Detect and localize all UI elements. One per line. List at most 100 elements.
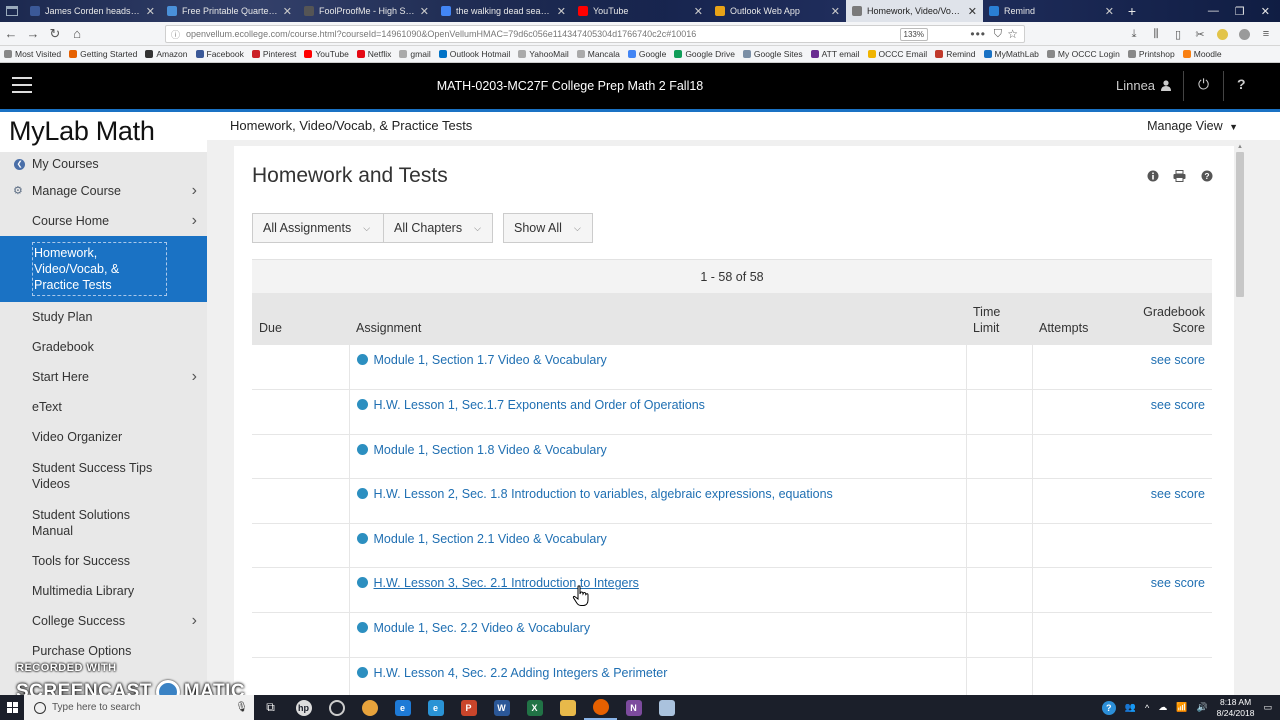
content-scrollbar[interactable]: ▲ (1236, 143, 1244, 695)
tab-close-icon[interactable]: ✕ (557, 5, 566, 18)
word-app-button[interactable]: W (485, 695, 518, 720)
tab-close-icon[interactable]: ✕ (968, 5, 977, 18)
see-score-link[interactable]: see score (1151, 576, 1205, 590)
restore-icon[interactable]: ❐ (1235, 5, 1245, 18)
assignment-link[interactable]: H.W. Lesson 4, Sec. 2.2 Adding Integers … (374, 666, 668, 680)
see-score-link[interactable]: see score (1151, 487, 1205, 501)
bookmark-star-icon[interactable]: ☆ (1007, 27, 1018, 41)
column-header-due[interactable]: Due (252, 293, 349, 345)
tab-close-icon[interactable]: ✕ (831, 5, 840, 18)
sidebar-item-homework-video-vocab-practice-tests[interactable]: Homework, Video/Vocab, & Practice Tests (0, 236, 207, 302)
close-window-icon[interactable]: ✕ (1261, 5, 1270, 18)
bookmark-item[interactable]: Outlook Hotmail (438, 49, 510, 59)
tab-close-icon[interactable]: ✕ (146, 5, 155, 18)
assignment-link[interactable]: Module 1, Sec. 2.2 Video & Vocabulary (374, 621, 591, 635)
browser-tab[interactable]: Homework, Video/Vocab ✕ (846, 0, 983, 22)
browser-tab[interactable]: Outlook Web App ✕ (709, 0, 846, 22)
browser-tab[interactable]: the walking dead season 8 ✕ (435, 0, 572, 22)
tab-close-icon[interactable]: ✕ (283, 5, 292, 18)
column-header-time-limit[interactable]: Time Limit (966, 293, 1032, 345)
bookmark-item[interactable]: OCCC Email (867, 49, 927, 59)
bookmark-item[interactable]: Google Drive (674, 49, 735, 59)
media-app-button[interactable] (320, 695, 353, 720)
assignment-link[interactable]: H.W. Lesson 1, Sec.1.7 Exponents and Ord… (374, 398, 705, 412)
reload-button[interactable]: ↻ (44, 26, 66, 42)
sidebar-item-manage-course[interactable]: ⚙ Manage Course › (0, 176, 207, 206)
sidebar-item-college-success[interactable]: College Success › (0, 606, 207, 636)
sidebar-item-start-here[interactable]: Start Here › (0, 362, 207, 392)
bookmark-item[interactable]: YouTube (304, 49, 349, 59)
back-button[interactable]: ← (0, 26, 22, 41)
volume-icon[interactable]: 🔊 (1196, 702, 1207, 713)
bookmark-item[interactable]: Netflix (356, 49, 391, 59)
bookmark-item[interactable]: YahooMail (518, 49, 569, 59)
onedrive-icon[interactable]: ☁ (1158, 702, 1167, 713)
cloud-app-button[interactable] (650, 695, 683, 720)
column-header-assignment[interactable]: Assignment (349, 293, 966, 345)
powerpoint-app-button[interactable]: P (452, 695, 485, 720)
excel-app-button[interactable]: X (518, 695, 551, 720)
library-icon[interactable]: ⫼ (1150, 28, 1162, 40)
user-menu[interactable]: Linnea (1116, 78, 1172, 93)
screenshot-icon[interactable]: ✂ (1194, 28, 1206, 41)
minimize-icon[interactable]: — (1208, 5, 1219, 17)
browser-tab[interactable]: James Corden heads to Liv ✕ (24, 0, 161, 22)
sidebar-item-video-organizer[interactable]: Video Organizer (0, 422, 207, 452)
assignment-link[interactable]: H.W. Lesson 2, Sec. 1.8 Introduction to … (374, 487, 833, 501)
chrome-app-button[interactable] (353, 695, 386, 720)
sidebar-item-student-success-tips-videos[interactable]: Student Success Tips Videos (0, 452, 207, 499)
assignment-link[interactable]: H.W. Lesson 3, Sec. 2.1 Introduction to … (374, 576, 639, 590)
tab-close-icon[interactable]: ✕ (420, 5, 429, 18)
firefox-app-button[interactable] (584, 695, 617, 720)
bookmark-item[interactable]: Moodle (1182, 49, 1222, 59)
download-icon[interactable]: ⤓ (1128, 28, 1140, 40)
browser-tab[interactable]: YouTube ✕ (572, 0, 709, 22)
network-icon[interactable]: 📶 (1176, 702, 1187, 713)
assignment-type-filter[interactable]: All Assignments ⌵ (252, 213, 384, 243)
sidebar-item-course-home[interactable]: Course Home › (0, 206, 207, 236)
bookmark-item[interactable]: MyMathLab (983, 49, 1039, 59)
info-icon[interactable] (1146, 169, 1159, 182)
extension-yellow-icon[interactable] (1216, 28, 1228, 40)
browser-tab[interactable]: Free Printable Quarter Inch ✕ (161, 0, 298, 22)
help-tray-icon[interactable]: ? (1101, 700, 1116, 715)
help-icon[interactable]: ? (1237, 76, 1246, 92)
assignment-link[interactable]: Module 1, Section 1.7 Video & Vocabulary (374, 353, 607, 367)
scroll-up-icon[interactable]: ▲ (1236, 143, 1244, 151)
home-button[interactable]: ⌂ (66, 26, 88, 41)
ie-app-button[interactable]: e (419, 695, 452, 720)
browser-tab[interactable]: FoolProofMe - High School ✕ (298, 0, 435, 22)
show-filter[interactable]: Show All ⌵ (503, 213, 593, 243)
bookmark-item[interactable]: Google Sites (742, 49, 803, 59)
edge-app-button[interactable]: e (386, 695, 419, 720)
sidebar-item-multimedia-library[interactable]: Multimedia Library (0, 576, 207, 606)
bookmark-item[interactable]: Pinterest (251, 49, 296, 59)
bookmark-item[interactable]: Mancala (576, 49, 620, 59)
notifications-icon[interactable]: ▭ (1263, 702, 1272, 713)
bookmark-item[interactable]: ATT email (810, 49, 860, 59)
sidebar-item-student-solutions-manual[interactable]: Student Solutions Manual (0, 499, 207, 546)
people-icon[interactable]: 👥 (1125, 702, 1136, 713)
zoom-level[interactable]: 133% (899, 28, 928, 41)
power-icon[interactable]: ⏻ (1198, 76, 1209, 93)
microphone-icon[interactable]: 🎙 (235, 702, 248, 713)
start-button[interactable] (0, 695, 24, 720)
address-bar[interactable]: ⓘ openvellum.ecollege.com/course.html?co… (165, 25, 1025, 43)
menu-icon[interactable]: ≡ (1260, 28, 1272, 40)
sidebar-item-my-courses[interactable]: ❮ My Courses (0, 152, 207, 176)
sidebar-item-gradebook[interactable]: Gradebook (0, 332, 207, 362)
bookmark-item[interactable]: Facebook (195, 49, 244, 59)
see-score-link[interactable]: see score (1151, 398, 1205, 412)
extension-gray-icon[interactable] (1238, 28, 1250, 40)
task-view-button[interactable]: ⧉ (254, 695, 287, 720)
sidebar-item-tools-for-success[interactable]: Tools for Success (0, 546, 207, 576)
help-circle-icon[interactable]: ? (1200, 169, 1213, 182)
browser-tab[interactable]: Remind ✕ (983, 0, 1120, 22)
onenote-app-button[interactable]: N (617, 695, 650, 720)
assignment-link[interactable]: Module 1, Section 1.8 Video & Vocabulary (374, 443, 607, 457)
tab-close-icon[interactable]: ✕ (1105, 5, 1114, 18)
taskbar-search[interactable]: Type here to search 🎙 (24, 695, 254, 720)
bookmark-item[interactable]: Most Visited (4, 49, 61, 59)
chapter-filter[interactable]: All Chapters ⌵ (383, 213, 493, 243)
system-clock[interactable]: 8:18 AM 8/24/2018 (1217, 697, 1255, 719)
